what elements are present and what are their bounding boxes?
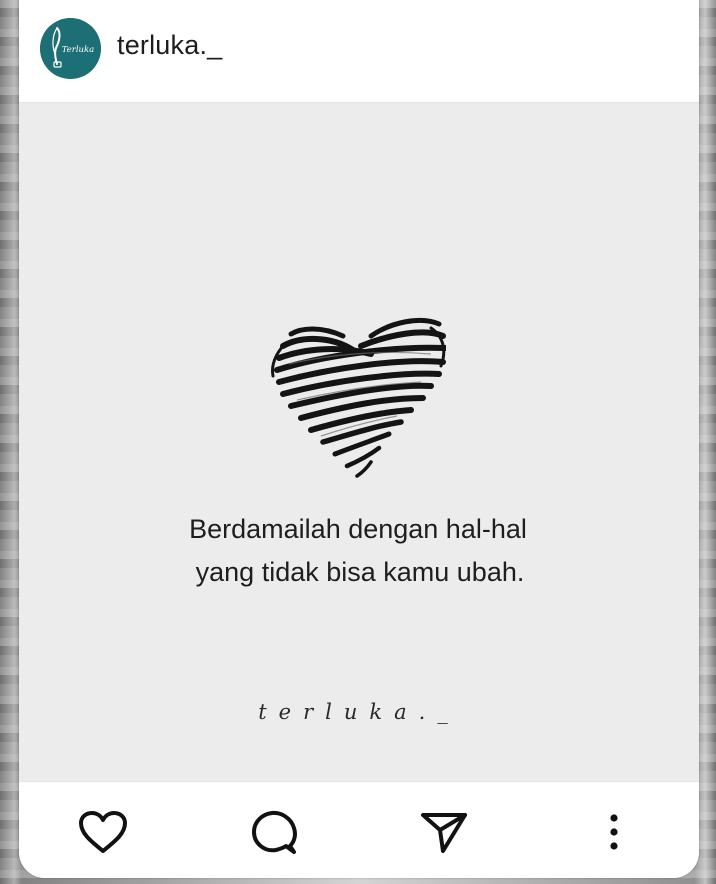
quote-line-1: Berdamailah dengan hal-hal <box>189 514 527 544</box>
signature: terluka._ <box>258 700 460 724</box>
avatar[interactable]: Terluka <box>40 18 101 79</box>
paper-plane-icon <box>421 813 467 853</box>
avatar-logo-text: Terluka <box>62 45 95 55</box>
speech-bubble-icon <box>252 810 297 854</box>
username[interactable]: terluka._ <box>117 30 222 61</box>
vertical-dots-icon <box>610 814 618 850</box>
comment-button[interactable] <box>248 806 300 858</box>
like-button[interactable] <box>77 806 129 858</box>
post-header: Terluka terluka._ <box>19 0 699 103</box>
more-options-button[interactable] <box>588 806 640 858</box>
quote-line-2: yang tidak bisa kamu ubah. <box>195 557 525 587</box>
share-button[interactable] <box>418 806 470 858</box>
post-image[interactable]: Berdamailah dengan hal-hal yang tidak bi… <box>19 103 699 781</box>
heart-outline-icon <box>79 811 127 853</box>
scribble-heart-icon <box>271 317 446 478</box>
quote-text: Berdamailah dengan hal-hal yang tidak bi… <box>19 508 699 594</box>
quill-logo-icon: Terluka <box>40 18 101 79</box>
action-bar <box>19 781 699 878</box>
post-card: Terluka terluka._ Berdamailah dengan hal… <box>19 0 699 878</box>
